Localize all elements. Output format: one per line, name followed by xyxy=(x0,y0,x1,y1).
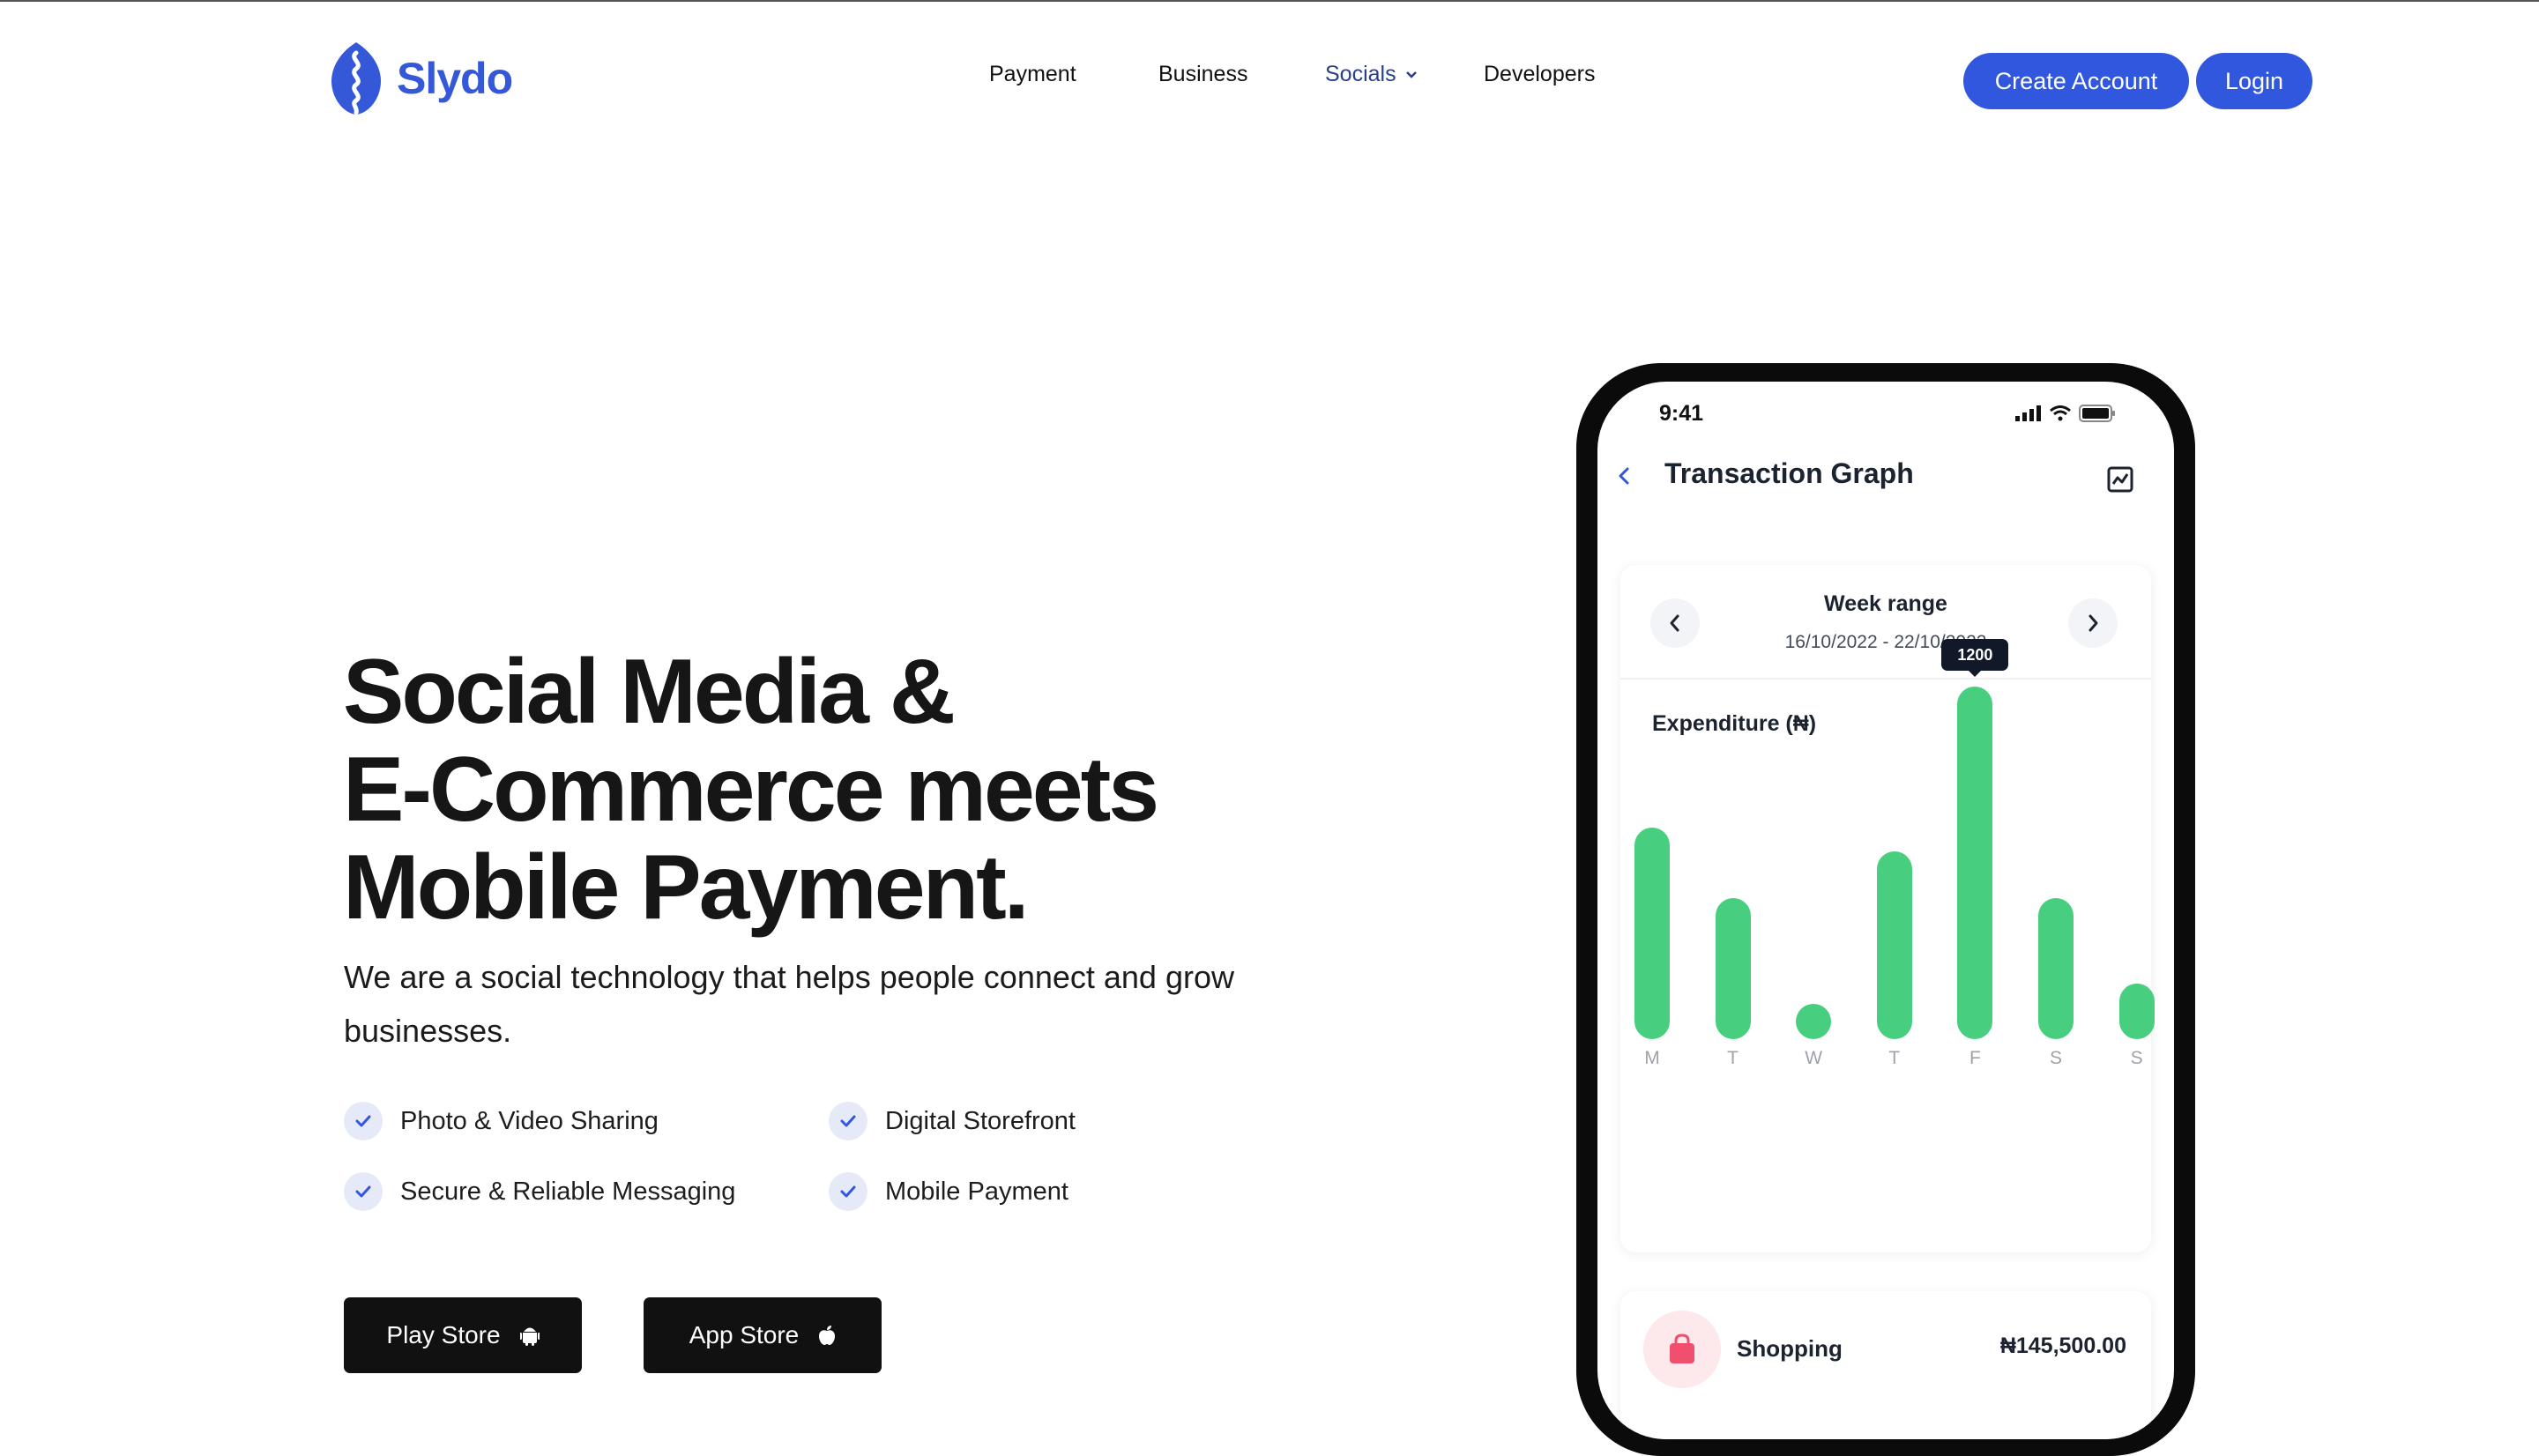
feature-label: Photo & Video Sharing xyxy=(400,1106,659,1135)
android-icon xyxy=(519,1325,540,1346)
chart-bar[interactable] xyxy=(1876,851,1912,1039)
signal-icon xyxy=(2015,405,2041,421)
chart-bar[interactable] xyxy=(2118,983,2155,1039)
chart-day-label: T xyxy=(1888,1048,1901,1068)
nav-developers[interactable]: Developers xyxy=(1484,62,1595,87)
hero-title-line-1: Social Media & xyxy=(343,641,956,743)
chart-card: Week range 16/10/2022 - 22/10/2022 Expen… xyxy=(1620,565,2155,1252)
screen-title: Transaction Graph xyxy=(1664,457,1914,489)
play-store-button[interactable]: Play Store xyxy=(344,1297,582,1373)
chart-bar[interactable] xyxy=(1957,687,1993,1039)
check-icon xyxy=(344,1102,383,1140)
chart-day-label: S xyxy=(2049,1048,2062,1068)
chevron-down-icon xyxy=(1405,71,1417,78)
wifi-icon xyxy=(2050,405,2071,421)
transaction-name: Shopping xyxy=(1737,1335,1843,1362)
feature-label: Secure & Reliable Messaging xyxy=(400,1177,736,1206)
hero-title-line-3: Mobile Payment. xyxy=(343,836,1030,939)
check-icon xyxy=(829,1172,867,1211)
back-arrow-icon[interactable] xyxy=(1615,466,1634,490)
hero-title-line-2: E-Commerce meets xyxy=(343,739,1159,841)
chart-day-label: F xyxy=(1969,1048,1981,1068)
shopping-bag-icon xyxy=(1643,1311,1721,1388)
chart-bar[interactable] xyxy=(1634,828,1670,1039)
top-border xyxy=(0,0,2539,2)
feature-item: Secure & Reliable Messaging xyxy=(344,1172,735,1211)
nav-business[interactable]: Business xyxy=(1158,62,1247,87)
check-icon xyxy=(829,1102,867,1140)
chart-bar[interactable] xyxy=(1715,898,1751,1039)
hero-title: Social Media & E-Commerce meets Mobile P… xyxy=(343,641,1159,939)
play-store-label: Play Store xyxy=(386,1321,501,1348)
phone-screen: 9:41 Transaction Graph Week range 16/10/… xyxy=(1597,382,2174,1439)
chart-day-label: W xyxy=(1805,1048,1823,1068)
feature-label: Digital Storefront xyxy=(885,1106,1076,1135)
nav-payment[interactable]: Payment xyxy=(989,62,1076,87)
login-button[interactable]: Login xyxy=(2196,53,2312,109)
feature-item: Photo & Video Sharing xyxy=(344,1102,659,1140)
chart-day-label: S xyxy=(2130,1048,2143,1068)
nav-socials[interactable]: Socials xyxy=(1325,62,1418,87)
chart-bar[interactable] xyxy=(2038,898,2074,1039)
status-time: 9:41 xyxy=(1659,401,1704,426)
nav-socials-label: Socials xyxy=(1325,62,1396,86)
transaction-amount: ₦145,500.00 xyxy=(1999,1333,2126,1358)
app-store-button[interactable]: App Store xyxy=(644,1297,882,1373)
chart-bar[interactable] xyxy=(1796,1004,1832,1039)
status-bar-icons xyxy=(2008,405,2116,422)
chart-day-label: T xyxy=(1727,1048,1739,1068)
chart-value-tooltip: 1200 xyxy=(1941,639,2009,677)
graph-icon[interactable] xyxy=(2107,466,2133,497)
apple-icon xyxy=(818,1325,836,1346)
bar-chart: M T W T F 1200 S S xyxy=(1620,565,2155,1252)
hero-subtitle: We are a social technology that helps pe… xyxy=(344,959,1234,1049)
battery-icon xyxy=(2079,405,2115,422)
feature-item: Mobile Payment xyxy=(829,1172,1068,1211)
check-icon xyxy=(344,1172,383,1211)
feature-label: Mobile Payment xyxy=(885,1177,1068,1206)
chart-day-label: M xyxy=(1644,1048,1660,1068)
transaction-card[interactable]: Shopping ₦145,500.00 xyxy=(1620,1291,2151,1439)
feature-item: Digital Storefront xyxy=(829,1102,1076,1140)
app-store-label: App Store xyxy=(689,1321,800,1348)
create-account-button[interactable]: Create Account xyxy=(1963,53,2189,109)
